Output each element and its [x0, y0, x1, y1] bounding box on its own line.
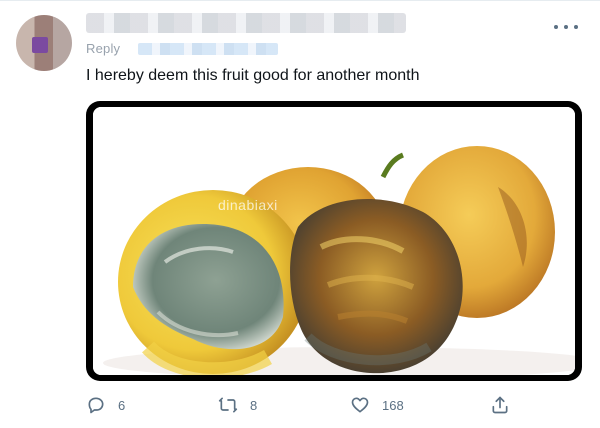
more-horizontal-icon	[574, 25, 578, 29]
more-options-button[interactable]	[554, 19, 578, 35]
share-icon	[492, 396, 508, 414]
retweet-button[interactable]: 8	[218, 393, 257, 417]
reply-line: Reply	[86, 41, 120, 56]
tweet[interactable]: Reply I hereby deem this fruit good for …	[0, 0, 600, 428]
watermark: dinabiaxi	[218, 197, 278, 213]
avatar[interactable]	[16, 15, 72, 71]
reply-count: 6	[118, 397, 126, 413]
moldy-fruit-image	[93, 107, 575, 375]
like-icon	[351, 397, 369, 413]
more-horizontal-icon	[554, 25, 558, 29]
reply-button[interactable]: 6	[86, 393, 125, 417]
share-button[interactable]	[490, 393, 510, 417]
reply-prefix: Reply	[86, 41, 121, 56]
tweet-actions: 6 8 168	[86, 393, 526, 417]
tweet-photo[interactable]: dinabiaxi	[86, 101, 582, 381]
like-button[interactable]: 168	[350, 393, 404, 417]
photo-image	[93, 107, 575, 375]
like-count: 168	[382, 397, 404, 413]
retweet-icon	[218, 397, 238, 413]
blurred-author-name	[86, 13, 406, 33]
retweet-count: 8	[250, 397, 258, 413]
tweet-text: I hereby deem this fruit good for anothe…	[86, 67, 420, 84]
blurred-replying-to	[138, 43, 278, 55]
reply-icon	[88, 397, 104, 414]
more-horizontal-icon	[564, 25, 568, 29]
